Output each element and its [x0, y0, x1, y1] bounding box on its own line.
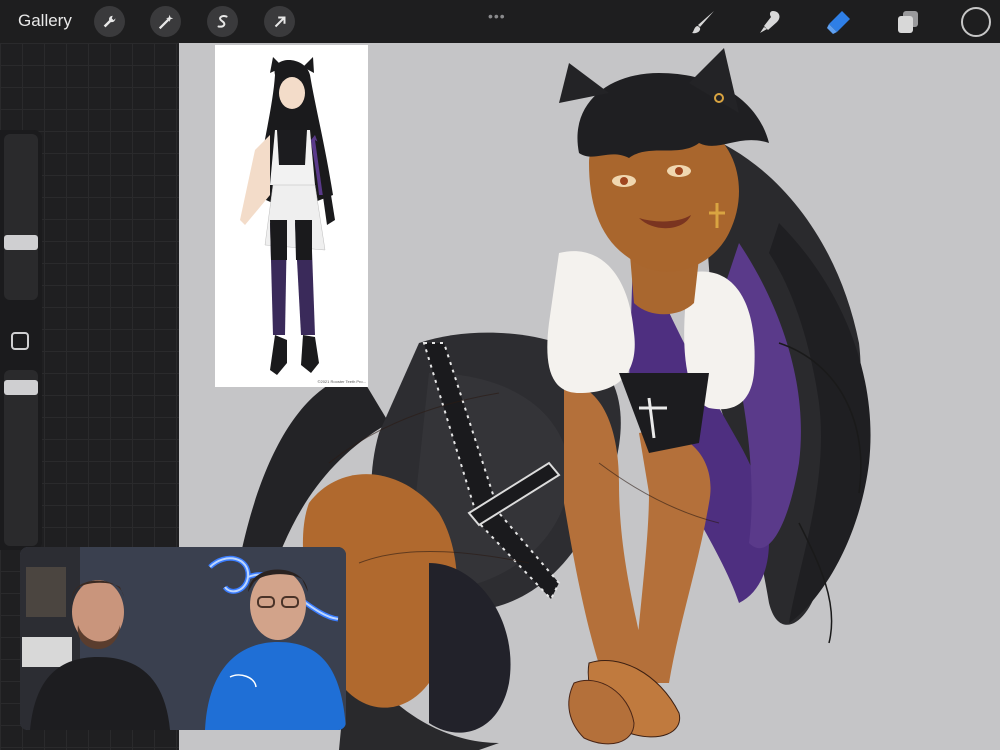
eraser-icon: [827, 11, 850, 34]
eraser-tool-button[interactable]: [824, 8, 852, 36]
top-toolbar: Gallery •••: [0, 0, 1000, 43]
transform-arrow-icon: [274, 16, 285, 27]
actions-button[interactable]: [94, 6, 125, 37]
smudge-tool-button[interactable]: [757, 8, 785, 36]
selection-button[interactable]: [207, 6, 238, 37]
wrench-icon: [103, 15, 115, 27]
adjustments-button[interactable]: [150, 6, 181, 37]
video-overlay[interactable]: [20, 547, 346, 730]
layers-icon: [898, 11, 918, 33]
modify-button[interactable]: [11, 332, 29, 350]
brush-icon: [692, 11, 714, 34]
procreate-app: ©2021 Rooster Teeth Pro... Gallery •••: [0, 0, 1000, 750]
video-frame-image: [20, 547, 346, 730]
selection-icon: [217, 14, 228, 28]
reference-credit-text: ©2021 Rooster Teeth Pro...: [317, 379, 366, 384]
left-sidebar: [0, 130, 42, 550]
reference-image[interactable]: ©2021 Rooster Teeth Pro...: [215, 45, 368, 387]
layers-button[interactable]: [894, 8, 922, 36]
magic-wand-icon: [158, 14, 173, 29]
opacity-slider[interactable]: [4, 370, 38, 546]
paint-tool-button[interactable]: [690, 8, 718, 36]
brush-size-thumb[interactable]: [4, 235, 38, 250]
smudge-icon: [760, 11, 780, 33]
more-options-dots[interactable]: •••: [488, 8, 506, 24]
transform-button[interactable]: [264, 6, 295, 37]
color-picker-button[interactable]: [961, 7, 991, 37]
opacity-thumb[interactable]: [4, 380, 38, 395]
brush-size-slider[interactable]: [4, 134, 38, 300]
gallery-button[interactable]: Gallery: [18, 11, 72, 31]
reference-character-illustration: [240, 57, 335, 375]
